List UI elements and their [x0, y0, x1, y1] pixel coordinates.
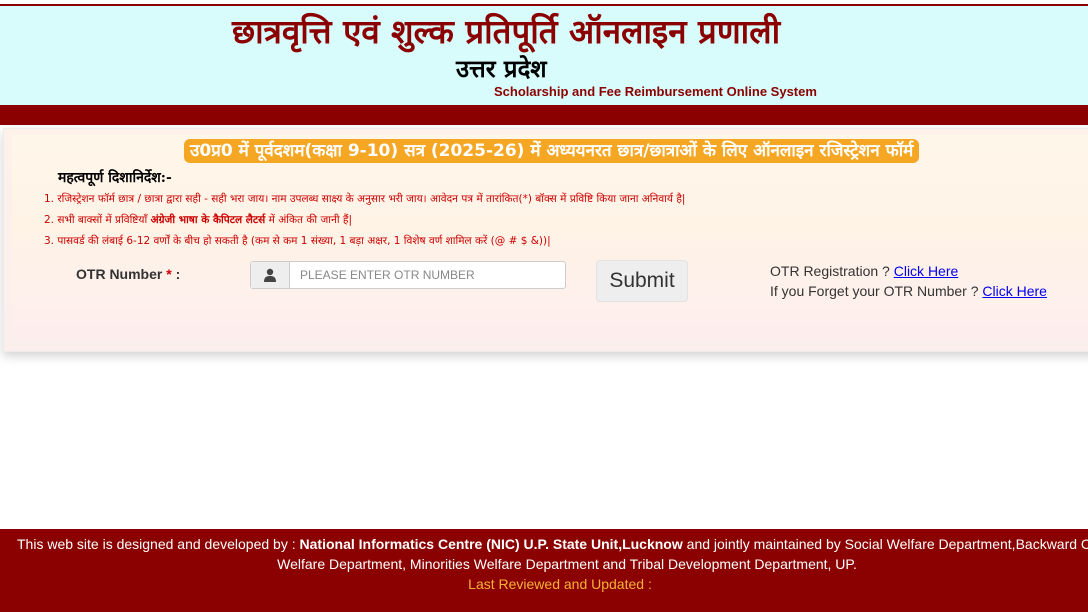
guideline-note-2-pre: 2. सभी बाक्सों में प्रविष्टियाँ — [44, 214, 151, 226]
form-title: उ0प्र0 में पूर्वदशम(कक्षा 9-10) सत्र (20… — [184, 139, 920, 163]
registration-panel: उ0प्र0 में पूर्वदशम(कक्षा 9-10) सत्र (20… — [3, 128, 1088, 352]
guideline-note-1: 1. रजिस्ट्रेशन फॉर्म छात्र / छात्रा द्वा… — [44, 193, 686, 205]
site-title-english: Scholarship and Fee Reimbursement Online… — [494, 84, 817, 99]
site-footer: This web site is designed and developed … — [0, 529, 1088, 612]
guideline-note-2-post: में अंकित की जानी हैं| — [265, 214, 352, 226]
footer-credit-post: and jointly maintained by Social Welfare… — [682, 536, 1088, 552]
otr-registration-text: OTR Registration ? — [770, 263, 894, 279]
forgot-otr-text: If you Forget your OTR Number ? — [770, 283, 983, 299]
footer-credit-pre: This web site is designed and developed … — [17, 536, 300, 552]
footer-last-updated: Last Reviewed and Updated : — [468, 576, 652, 592]
header-band — [0, 105, 1088, 125]
otr-number-input[interactable] — [290, 262, 564, 288]
forgot-otr-link[interactable]: Click Here — [982, 283, 1047, 299]
forgot-otr-row: If you Forget your OTR Number ? Click He… — [770, 283, 1047, 299]
site-title-hindi: छात्रवृत्ति एवं शुल्क प्रतिपूर्ति ऑनलाइन… — [232, 12, 781, 51]
footer-credit-line: This web site is designed and developed … — [17, 536, 1088, 552]
otr-number-label: OTR Number * : — [76, 266, 180, 282]
guidelines-title: महत्वपूर्ण दिशानिर्देश:- — [58, 170, 172, 186]
guideline-note-2-bold: अंग्रेजी भाषा के कैपिटल लैटर्स — [150, 214, 266, 226]
user-icon — [251, 262, 290, 288]
guideline-note-2: 2. सभी बाक्सों में प्रविष्टियाँ अंग्रेजी… — [44, 213, 352, 227]
otr-registration-row: OTR Registration ? Click Here — [770, 263, 958, 279]
otr-label-text: OTR Number — [76, 266, 163, 282]
site-header: छात्रवृत्ति एवं शुल्क प्रतिपूर्ति ऑनलाइन… — [0, 6, 1088, 105]
registration-panel-body: उ0प्र0 में पूर्वदशम(कक्षा 9-10) सत्र (20… — [12, 135, 1088, 340]
otr-input-group — [250, 261, 566, 289]
footer-nic-name: National Informatics Centre (NIC) U.P. S… — [299, 536, 683, 552]
submit-button[interactable]: Submit — [596, 260, 688, 302]
guideline-note-3: 3. पासवर्ड की लंबाई 6-12 वर्णों के बीच ह… — [44, 235, 551, 247]
otr-registration-link[interactable]: Click Here — [894, 263, 959, 279]
otr-label-colon: : — [171, 266, 181, 282]
state-name-hindi: उत्तर प्रदेश — [456, 54, 547, 83]
footer-departments-line: Welfare Department, Minorities Welfare D… — [277, 556, 857, 572]
